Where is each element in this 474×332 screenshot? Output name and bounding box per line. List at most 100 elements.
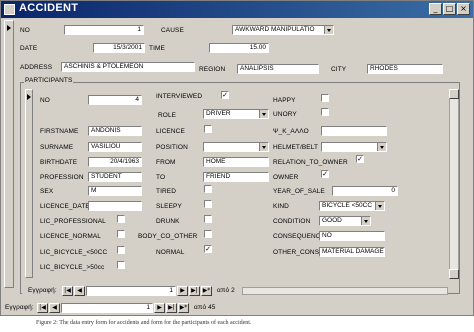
scroll-up-button[interactable] [449,89,459,99]
role-value: DRIVER [206,110,231,117]
date-label: DATE [20,45,38,52]
title-bar: ACCIDENT _ □ × [1,1,473,18]
subform-record-count: από 2 [217,287,235,294]
close-button[interactable]: × [457,3,470,15]
participant-no-field[interactable]: 4 [88,95,142,105]
main-record-label: Εγγραφή: [5,304,34,311]
to-field[interactable]: FRIEND [203,172,269,182]
licence-date-field[interactable] [88,201,142,211]
from-label: FROM [156,159,176,166]
window-title: ACCIDENT [19,2,79,14]
surname-label: SURNAME [40,144,74,151]
current-participant-icon [27,94,31,100]
kind-combo[interactable]: BICYCLE <50CC [319,201,385,211]
normal-checkbox[interactable]: ✓ [204,245,212,253]
main-previous-record-button[interactable]: ◀ [49,303,60,313]
surname-field[interactable]: VASILIOU [88,142,142,152]
main-navigation: Εγγραφή: |◀ ◀ 1 ▶ ▶| ▶* από 45 [3,302,471,314]
lic-bicycle-over50-checkbox[interactable] [117,261,125,269]
sex-field[interactable]: M [88,186,142,196]
position-label: POSITION [156,144,188,151]
tired-checkbox[interactable] [204,185,212,193]
last-record-button[interactable]: ▶| [189,286,200,296]
relation-checkbox[interactable]: ✓ [356,155,364,163]
other-cons-field[interactable]: MATERIAL DAMAGE [319,247,385,257]
condition-combo[interactable]: GOOD [319,216,371,226]
other-cons-label: OTHER_CONS [273,249,320,256]
role-label: ROLE [158,112,177,119]
body-co-other-checkbox[interactable] [204,230,212,238]
from-field[interactable]: HOME [203,157,269,167]
firstname-field[interactable]: ANDONIS [88,126,142,136]
cause-dropdown-icon[interactable] [324,26,333,34]
participant-record-selector[interactable] [25,89,33,278]
time-field[interactable]: 15.00 [209,43,269,53]
lic-bicycle-under50-label: LIC_BICYCLE_<50CC [40,249,108,256]
profession-label: PROFESSION [40,174,84,181]
happy-checkbox[interactable] [321,94,329,102]
cause-combo[interactable]: AWKWARD MANIPULATIO [232,25,334,35]
interviewed-label: INTERVIEWED [156,93,203,100]
year-of-sale-field[interactable]: 0 [332,186,398,196]
unory-checkbox[interactable] [321,108,329,116]
role-dropdown-icon[interactable] [259,110,268,118]
consequence-field[interactable]: NO [319,231,385,241]
sleepy-checkbox[interactable] [204,200,212,208]
participants-label: PARTICIPANTS [24,77,74,84]
drunk-label: DRUNK [156,218,180,225]
kind-label: KIND [273,203,289,210]
first-record-button[interactable]: |◀ [62,286,73,296]
subform-navigation: Εγγραφή: |◀ ◀ 1 ▶ ▶| ▶* από 2 [22,285,448,297]
subform-record-number[interactable]: 1 [86,286,176,296]
position-dropdown-icon[interactable] [259,143,268,151]
figure-caption: Figure 2: The data entry form for accide… [36,320,252,326]
consequence-label: CONSEQUENC [273,233,321,240]
region-field[interactable]: ANALIPSIS [237,64,319,74]
tired-label: TIRED [156,188,176,195]
maximize-button[interactable]: □ [443,3,456,15]
position-combo[interactable] [203,142,269,152]
helmet-dropdown-icon[interactable] [377,143,386,151]
main-record-count: από 45 [194,304,216,311]
cause-value: AWKWARD MANIPULATIO [235,26,315,33]
main-new-record-button[interactable]: ▶* [178,303,189,313]
main-next-record-button[interactable]: ▶ [154,303,165,313]
minimize-button[interactable]: _ [429,3,442,15]
helmet-combo[interactable] [321,142,387,152]
condition-dropdown-icon[interactable] [361,217,370,225]
psi-field[interactable] [321,126,387,136]
scroll-down-button[interactable] [449,269,459,279]
next-record-button[interactable]: ▶ [177,286,188,296]
kind-dropdown-icon[interactable] [375,202,384,210]
licence-checkbox[interactable] [204,125,212,133]
subform-record-label: Εγγραφή: [28,287,57,294]
subform-hscroll[interactable] [242,287,448,295]
lic-bicycle-over50-label: LIC_BICYCLE_>50cc [40,264,105,271]
condition-label: CONDITION [273,218,311,225]
normal-label: NORMAL [156,249,185,256]
accident-no-field[interactable]: 1 [64,25,144,35]
main-last-record-button[interactable]: ▶| [166,303,177,313]
unory-label: UNORY [273,111,297,118]
main-record-number[interactable]: 1 [61,303,153,313]
drunk-checkbox[interactable] [204,215,212,223]
licence-normal-checkbox[interactable] [117,230,125,238]
subform-scrollbar[interactable] [449,89,459,279]
lic-professional-checkbox[interactable] [117,215,125,223]
previous-record-button[interactable]: ◀ [74,286,85,296]
current-record-icon [7,25,11,31]
record-selector[interactable] [4,20,14,288]
interviewed-checkbox[interactable]: ✓ [221,91,229,99]
cause-label: CAUSE [161,27,184,34]
address-field[interactable]: ASCHINIS & PTOLEMEON [61,62,195,72]
date-field[interactable]: 15/3/2001 [93,43,145,53]
lic-bicycle-under50-checkbox[interactable] [117,246,125,254]
birthdate-field[interactable]: 20/4/1963 [88,157,142,167]
city-field[interactable]: RHODES [367,64,443,74]
main-first-record-button[interactable]: |◀ [37,303,48,313]
owner-checkbox[interactable]: ✓ [321,170,329,178]
role-combo[interactable]: DRIVER [203,109,269,119]
new-record-button[interactable]: ▶* [201,286,212,296]
profession-field[interactable]: STUDENT [88,172,142,182]
accident-window: ACCIDENT _ □ × NO 1 CAUSE AWKWARD MANIPU… [0,0,474,316]
